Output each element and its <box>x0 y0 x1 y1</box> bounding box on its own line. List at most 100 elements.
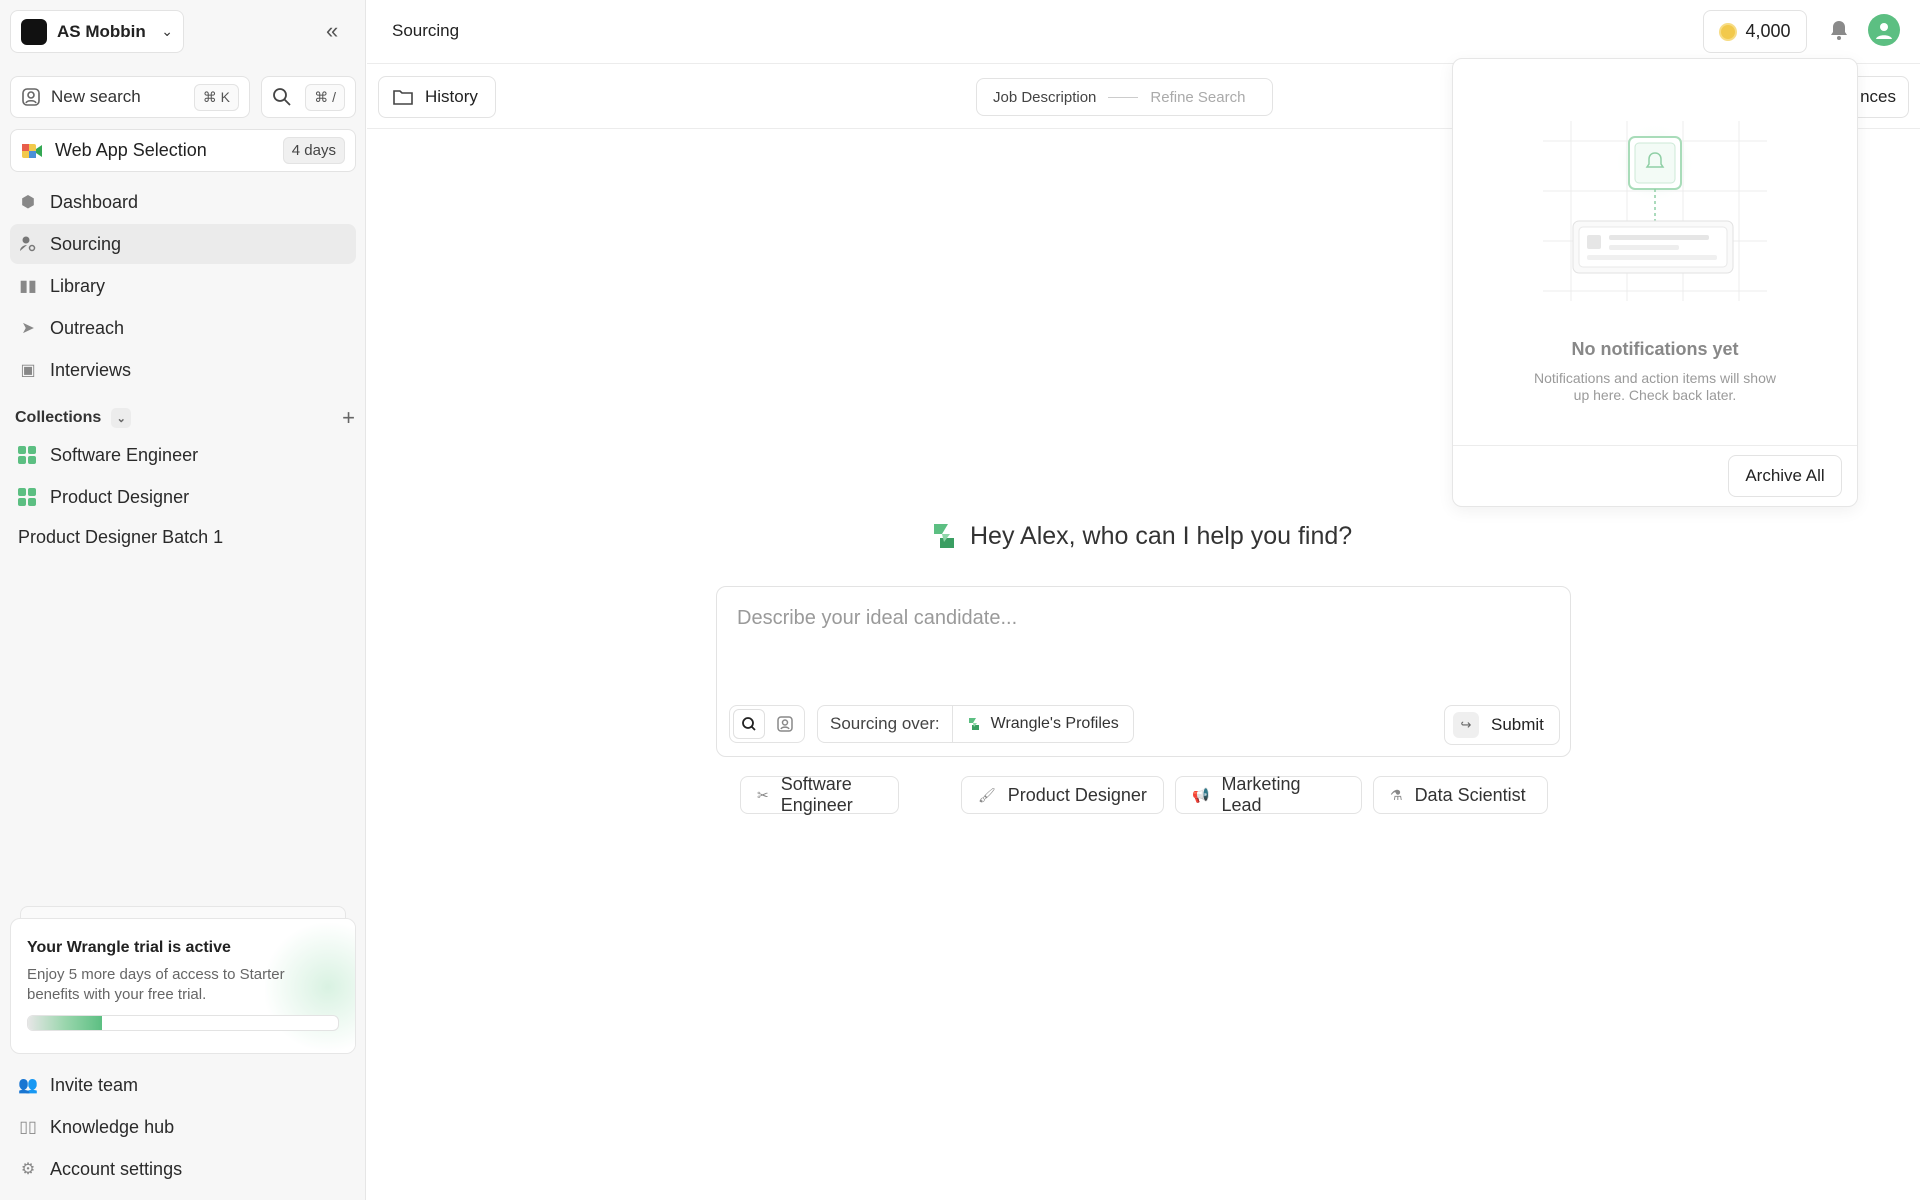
trial-title: Your Wrangle trial is active <box>27 939 231 956</box>
candidate-composer: Sourcing over: Wrangle's Profiles ↪ Subm… <box>716 586 1571 757</box>
step-refine-search: Refine Search <box>1150 88 1246 106</box>
user-icon <box>1876 23 1892 39</box>
search-steps: Job Description Refine Search <box>976 78 1273 116</box>
sidebar-item-label: Outreach <box>50 317 125 338</box>
step-connector <box>1108 96 1139 98</box>
sidebar-item-knowledge-hub[interactable]: ▯▯ Knowledge hub <box>10 1107 356 1147</box>
sidebar-item-label: Invite team <box>50 1074 139 1095</box>
collapse-sidebar-icon[interactable]: « <box>326 18 338 44</box>
gear-icon: ⚙ <box>20 1161 36 1178</box>
sidebar-item-label: Dashboard <box>50 191 139 212</box>
folder-icon <box>393 90 413 105</box>
history-button[interactable]: History <box>378 76 496 118</box>
candidate-description-input[interactable] <box>737 607 1537 667</box>
sourcing-selector[interactable]: Sourcing over: Wrangle's Profiles <box>817 705 1134 743</box>
collection-grid-icon <box>18 446 36 464</box>
sidebar-item-library[interactable]: ▮▮ Library <box>10 266 356 306</box>
notifications-empty-text: Notifications and action items will show… <box>1534 370 1776 403</box>
collections-header: Collections ⌄ + <box>15 405 355 431</box>
wrangle-logo-icon <box>968 718 979 730</box>
shortcut-badge: ⌘ / <box>305 83 345 111</box>
trial-card[interactable]: Your Wrangle trial is active Enjoy 5 mor… <box>10 918 356 1054</box>
coin-icon <box>1719 22 1738 41</box>
sidebar-item-label: Sourcing <box>50 233 122 254</box>
chevron-down-icon[interactable]: ⌄ <box>111 408 132 428</box>
sidebar-item-interviews[interactable]: ▣ Interviews <box>10 350 356 390</box>
top-bar: Sourcing 4,000 <box>367 0 1920 64</box>
sourcing-value: Wrangle's Profiles <box>953 715 1133 733</box>
notifications-body: No notifications yet Notifications and a… <box>1453 59 1857 446</box>
page-title: Sourcing <box>392 21 460 40</box>
person-search-mode-icon[interactable] <box>769 709 801 739</box>
chevron-down-icon: ⌄ <box>161 23 173 39</box>
days-badge: 4 days <box>282 137 345 164</box>
archive-all-button[interactable]: Archive All <box>1728 455 1842 497</box>
search-button[interactable]: ⌘ / <box>261 76 356 118</box>
person-search-icon <box>22 88 40 106</box>
person-search-icon <box>18 234 38 254</box>
sidebar-item-account-settings[interactable]: ⚙ Account settings <box>10 1149 356 1189</box>
search-mode-icon[interactable] <box>733 709 765 739</box>
workspace-switcher[interactable]: AS Mobbin ⌄ <box>10 10 184 53</box>
add-collection-icon[interactable]: + <box>342 405 355 431</box>
sourcing-label: Sourcing over: <box>818 706 953 742</box>
collection-label: Software Engineer <box>50 444 199 465</box>
chip-label: Marketing Lead <box>1221 774 1301 815</box>
suggestion-chip-product-designer[interactable]: 🖌 Product Designer <box>961 776 1164 814</box>
step-job-description[interactable]: Job Description <box>993 89 1096 106</box>
notifications-panel: No notifications yet Notifications and a… <box>1452 58 1858 507</box>
trial-card-stack <box>20 906 346 918</box>
tools-icon: ✂ <box>757 786 769 803</box>
submit-label: Submit <box>1491 715 1544 734</box>
book-icon: ▯▯ <box>19 1119 37 1136</box>
sourcing-value-text: Wrangle's Profiles <box>990 715 1119 732</box>
new-search-button[interactable]: New search ⌘ K <box>10 76 250 118</box>
suggestion-chip-marketing-lead[interactable]: 📢 Marketing Lead <box>1175 774 1362 815</box>
sidebar-item-invite-team[interactable]: 👥 Invite team <box>10 1065 356 1105</box>
megaphone-icon: 📢 <box>1192 786 1210 803</box>
new-search-label: New search <box>51 87 141 106</box>
flask-icon: ⚗ <box>1390 786 1403 803</box>
sidebar-item-label: Interviews <box>50 359 132 380</box>
trial-progress-bar <box>27 1015 339 1031</box>
credits-value: 4,000 <box>1745 21 1791 41</box>
sidebar-item-outreach[interactable]: ➤ Outreach <box>10 308 356 348</box>
suggestion-chip-data-scientist[interactable]: ⚗ Data Scientist <box>1373 776 1548 814</box>
trial-text: Enjoy 5 more days of access to Starter b… <box>27 966 285 1003</box>
library-icon: ▮▮ <box>19 278 37 295</box>
sidebar-item-sourcing[interactable]: Sourcing <box>10 224 356 264</box>
paint-roller-icon: 🖌 <box>978 786 996 803</box>
history-label: History <box>425 87 478 106</box>
send-icon: ➤ <box>21 320 35 337</box>
collection-item-product-designer[interactable]: Product Designer <box>18 479 189 515</box>
greeting: Hey Alex, who can I help you find? <box>930 518 1370 554</box>
sidebar-item-label: Knowledge hub <box>50 1116 175 1137</box>
chip-label: Data Scientist <box>1414 784 1526 805</box>
preferences-label: nces <box>1860 87 1896 106</box>
sidebar: AS Mobbin ⌄ « New search ⌘ K ⌘ / Web App… <box>0 0 366 1200</box>
project-label: Web App Selection <box>55 140 207 160</box>
notifications-empty-title: No notifications yet <box>1571 339 1739 359</box>
avatar[interactable] <box>1868 14 1900 46</box>
search-icon <box>273 88 291 106</box>
collection-label: Product Designer <box>50 486 190 507</box>
project-selector[interactable]: Web App Selection 4 days <box>10 129 356 172</box>
trial-progress-fill <box>28 1016 103 1030</box>
chip-label: Product Designer <box>1007 784 1147 805</box>
bell-icon[interactable] <box>1827 18 1851 42</box>
workspace-name: AS Mobbin <box>57 21 146 41</box>
wrangle-logo-icon <box>934 524 954 548</box>
sidebar-item-label: Library <box>50 275 106 296</box>
search-mode-toggle <box>729 705 805 743</box>
collections-title: Collections <box>15 409 102 426</box>
collection-item-software-engineer[interactable]: Software Engineer <box>18 437 198 473</box>
team-icon: 👥 <box>18 1077 38 1094</box>
collection-item-batch[interactable]: Product Designer Batch 1 <box>18 527 223 548</box>
video-meeting-icon <box>22 143 42 158</box>
submit-button[interactable]: ↪ Submit <box>1444 705 1560 745</box>
credits-badge[interactable]: 4,000 <box>1703 10 1807 53</box>
enter-icon: ↪ <box>1453 712 1479 738</box>
sidebar-item-dashboard[interactable]: ⬢ Dashboard <box>10 182 356 222</box>
collection-grid-icon <box>18 488 36 506</box>
suggestion-chip-software-engineer[interactable]: ✂ Software Engineer <box>740 774 899 815</box>
